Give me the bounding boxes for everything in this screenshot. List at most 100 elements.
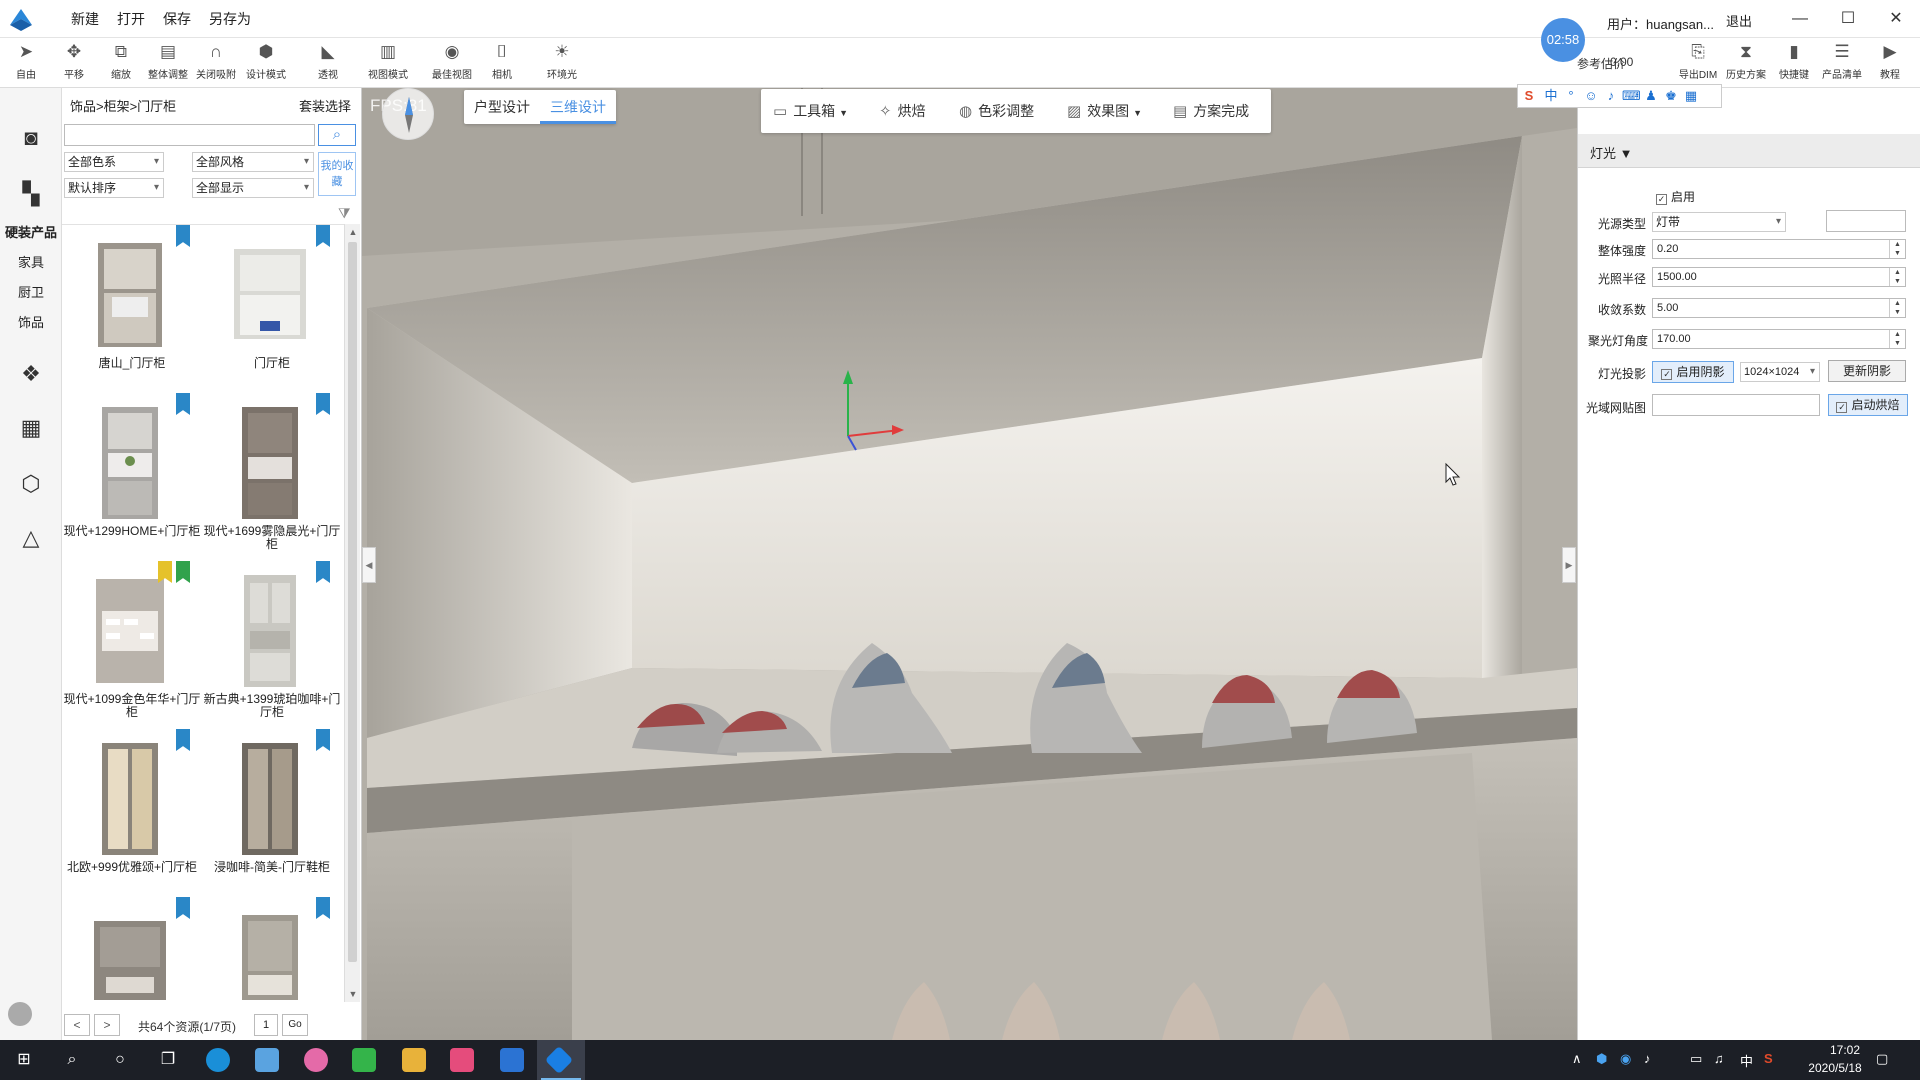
product-card[interactable]: 门厅柜 (202, 225, 342, 393)
page-number-input[interactable]: 1 (254, 1014, 278, 1036)
compass-icon[interactable] (382, 88, 434, 140)
tool-adjust[interactable]: ▤ 整体调整 (144, 42, 192, 81)
color-filter-select[interactable]: 全部色系 (64, 152, 164, 172)
bookmark-icon[interactable] (176, 393, 190, 415)
close-button[interactable]: ✕ (1872, 0, 1920, 38)
maximize-button[interactable]: ☐ (1824, 0, 1872, 38)
bookmark-icon[interactable] (316, 393, 330, 415)
bake-button[interactable]: ✧ 烘焙 (879, 89, 926, 133)
scroll-thumb[interactable] (348, 242, 357, 962)
light-type-select[interactable]: 灯带 (1652, 212, 1786, 232)
product-card[interactable] (202, 897, 342, 1000)
tool-camera[interactable]: ⌷ 相机 (478, 42, 526, 81)
file-explorer-icon[interactable] (402, 1048, 426, 1072)
product-card[interactable]: 新古典+1399琥珀咖啡+门厅柜 (202, 561, 342, 729)
collapse-right-icon[interactable]: ▶ (1562, 547, 1576, 583)
sogou-icon[interactable]: S (1764, 1051, 1773, 1066)
spinner-icon[interactable]: ▲ ▼ (1889, 268, 1905, 286)
spot-angle-input[interactable]: 170.00 ▲ ▼ (1652, 329, 1906, 349)
tool-pan[interactable]: ✥ 平移 (50, 42, 98, 81)
color-adjust-button[interactable]: ◍ 色彩调整 (959, 89, 1034, 133)
tool-shortcuts[interactable]: ▮ 快捷键 (1770, 42, 1818, 81)
ime-chinese-icon[interactable]: 中 (1542, 87, 1560, 105)
bookmark-icon[interactable] (316, 897, 330, 919)
network-icon[interactable]: ▭ (1690, 1051, 1702, 1067)
ime-user-icon[interactable]: ♟ (1642, 87, 1660, 105)
bookmark-icon[interactable] (316, 225, 330, 247)
light-section-header[interactable]: 灯光 ▼ (1578, 134, 1920, 168)
prev-page-button[interactable]: < (64, 1014, 90, 1036)
ime-indicator[interactable]: 中 (1740, 1051, 1753, 1070)
volume-icon[interactable]: ♫ (1714, 1051, 1724, 1066)
search-icon[interactable]: ⌕ (318, 124, 356, 146)
next-page-button[interactable]: > (94, 1014, 120, 1036)
photos-app-icon[interactable] (255, 1048, 279, 1072)
wechat-icon[interactable] (352, 1048, 376, 1072)
tab-floorplan-design[interactable]: 户型设计 (464, 90, 540, 124)
search-input[interactable] (64, 124, 315, 146)
spinner-icon[interactable]: ▲ ▼ (1889, 330, 1905, 348)
shapes-icon[interactable]: △ (17, 524, 45, 552)
tool-snap[interactable]: ∩ 关闭吸附 (192, 42, 240, 81)
rail-item-decor[interactable]: 饰品 (0, 312, 62, 331)
rail-item-hardware[interactable]: 硬装产品 (0, 222, 62, 241)
go-page-button[interactable]: Go (282, 1014, 308, 1036)
rail-item-furniture[interactable]: 家具 (0, 252, 62, 271)
enable-checkbox[interactable]: ✓ 启用 (1656, 188, 1695, 205)
breadcrumb[interactable]: 饰品>柜架>门厅柜 (70, 96, 176, 115)
ime-menu-icon[interactable]: ▦ (1682, 87, 1700, 105)
sogou-icon[interactable]: S (1520, 87, 1538, 105)
display-filter-select[interactable]: 全部显示 (192, 178, 314, 198)
menu-save[interactable]: 保存 (154, 0, 200, 38)
spinner-icon[interactable]: ▲ ▼ (1889, 299, 1905, 317)
account-icon[interactable] (8, 1002, 32, 1026)
product-card[interactable]: 浸咖啡-简美-门厅鞋柜 (202, 729, 342, 897)
intensity-input[interactable]: 0.20 ▲ ▼ (1652, 239, 1906, 259)
product-card[interactable]: 北欧+999优雅颂+门厅柜 (62, 729, 202, 897)
bookmark-icon[interactable] (176, 561, 190, 583)
tool-free[interactable]: ➤ 自由 (2, 42, 50, 81)
product-card[interactable]: 唐山_门厅柜 (62, 225, 202, 393)
kit-select-button[interactable]: 套装选择 (299, 96, 351, 115)
product-scrollbar[interactable]: ▲ ▼ (344, 224, 360, 1002)
enable-bake-checkbox[interactable]: ✓ 启动烘焙 (1828, 394, 1908, 416)
bookmark-icon[interactable] (176, 729, 190, 751)
blocks-icon[interactable]: ❖ (17, 360, 45, 388)
plan-complete-button[interactable]: ▤ 方案完成 (1173, 89, 1249, 133)
3d-viewport[interactable]: FPS:81 户型设计 三维设计 ▭工具箱 ▼ ✧烘焙 ◍色彩调整 ▨效果图 ▼… (362, 88, 1577, 1040)
favorites-button[interactable]: 我的收藏 (318, 152, 356, 196)
product-card[interactable]: 现代+1299HOME+门厅柜 (62, 393, 202, 561)
clock-date[interactable]: 2020/5/18 (1796, 1061, 1874, 1075)
tool-tutorial[interactable]: ▶ 教程 (1866, 42, 1914, 81)
tab-3d-design[interactable]: 三维设计 (540, 90, 616, 124)
rail-item-kitchen-bath[interactable]: 厨卫 (0, 282, 62, 301)
bookmark-icon[interactable] (176, 897, 190, 919)
ime-punct-icon[interactable]: ° (1562, 87, 1580, 105)
app-logo-icon[interactable] (6, 5, 36, 33)
render-image-button[interactable]: ▨ 效果图 ▼ (1067, 89, 1142, 133)
scroll-down-icon[interactable]: ▼ (345, 986, 361, 1002)
browser-icon[interactable] (206, 1048, 230, 1072)
spinner-icon[interactable]: ▲ ▼ (1889, 240, 1905, 258)
ies-map-field[interactable] (1652, 394, 1820, 416)
clock-time[interactable]: 17:02 (1815, 1043, 1875, 1057)
tool-perspective[interactable]: ◣ 透视 (304, 42, 352, 81)
windows-start-icon[interactable]: ⊞ (9, 1045, 39, 1075)
update-shadow-button[interactable]: 更新阴影 (1828, 360, 1906, 382)
tray-mic-icon[interactable]: ♪ (1644, 1051, 1651, 1066)
task-view-icon[interactable]: ❐ (153, 1045, 183, 1075)
tray-app-icon[interactable]: ⬢ (1596, 1051, 1607, 1067)
menu-save-as[interactable]: 另存为 (200, 0, 260, 38)
scroll-up-icon[interactable]: ▲ (345, 224, 361, 240)
collapse-left-icon[interactable]: ◀ (362, 547, 376, 583)
filter-icon[interactable]: ⧩ (338, 205, 351, 222)
bookmark-icon[interactable] (176, 225, 190, 247)
tool-product-list[interactable]: ☰ 产品清单 (1818, 42, 1866, 81)
ime-mic-icon[interactable]: ♪ (1602, 87, 1620, 105)
layout-icon[interactable]: ▦ (17, 414, 45, 442)
tool-export-dim[interactable]: ⎘ 导出DIM (1674, 42, 1722, 81)
product-card[interactable] (62, 897, 202, 1000)
enable-shadow-checkbox[interactable]: ✓ 启用阴影 (1652, 361, 1734, 383)
sort-select[interactable]: 默认排序 (64, 178, 164, 198)
menu-new[interactable]: 新建 (62, 0, 108, 38)
